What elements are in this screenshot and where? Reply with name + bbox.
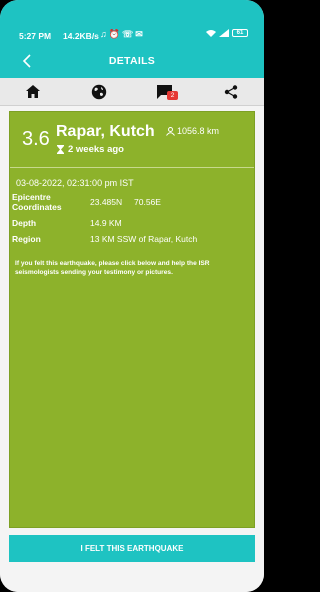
tab-home[interactable] (0, 78, 66, 105)
status-time: 5:27 PM (19, 31, 52, 41)
battery-icon: 61 (232, 29, 248, 37)
epicentre-label: Epicentre Coordinates (12, 192, 62, 212)
longitude: 70.56E (134, 197, 161, 207)
felt-notice: If you felt this earthquake, please clic… (15, 260, 210, 276)
status-system-icons: 61 (206, 29, 248, 37)
quake-details-card: 3.6 Rapar, Kutch 1056.8 km 2 weeks ago 0… (9, 111, 255, 528)
person-location-icon (166, 126, 175, 136)
home-icon (26, 85, 40, 98)
tab-chat[interactable]: 2 (132, 78, 198, 105)
quake-place: Rapar, Kutch (56, 123, 155, 140)
depth-value: 14.9 KM (90, 218, 122, 228)
alarm-icon: ⏰ (108, 29, 120, 39)
wifi-icon (206, 30, 216, 37)
region-value: 13 KM SSW of Rapar, Kutch (90, 234, 198, 244)
globe-icon (91, 84, 107, 99)
share-icon (224, 84, 238, 99)
tab-share[interactable] (198, 78, 264, 105)
distance: 1056.8 km (166, 126, 219, 136)
divider (10, 167, 254, 168)
signal-icon (219, 29, 229, 37)
latitude: 23.485N (90, 197, 123, 207)
quake-datetime: 03-08-2022, 02:31:00 pm IST (16, 178, 134, 188)
row-epicentre: Epicentre Coordinates 23.485N 70.56E (12, 192, 252, 214)
tab-globe[interactable] (66, 78, 132, 105)
status-speed: 14.2KB/s (63, 31, 99, 41)
time-ago: 2 weeks ago (57, 144, 124, 155)
depth-label: Depth (12, 218, 37, 228)
message-icon: ✉ (135, 29, 143, 39)
magnitude: 3.6 (22, 128, 50, 150)
tab-bar: 2 (0, 78, 264, 106)
chat-badge: 2 (167, 91, 178, 100)
page-title: DETAILS (108, 55, 156, 67)
felt-earthquake-button[interactable]: I FELT THIS EARTHQUAKE (9, 535, 255, 562)
region-label: Region (12, 234, 41, 244)
hourglass-icon (57, 145, 64, 154)
app-bar: DETAILS (0, 44, 264, 78)
time-ago-text: 2 weeks ago (68, 144, 124, 155)
bottom-strip (0, 566, 264, 592)
whatsapp-icon: ☏ (121, 29, 134, 39)
headphone-icon: ♫ (100, 29, 107, 39)
status-notification-icons: ♫ ⏰ ☏ ✉ (100, 29, 143, 40)
distance-value: 1056.8 km (177, 126, 220, 136)
status-bar: 5:27 PM 14.2KB/s ♫ ⏰ ☏ ✉ 61 (0, 0, 264, 44)
phone-screen: 5:27 PM 14.2KB/s ♫ ⏰ ☏ ✉ 61 DETAILS 2 3.… (0, 0, 264, 592)
